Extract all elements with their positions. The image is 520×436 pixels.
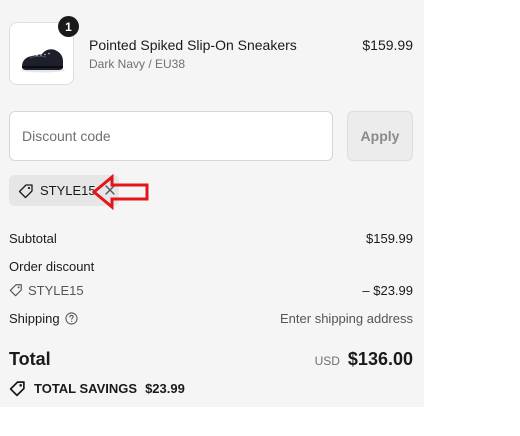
total-savings-value: $23.99 <box>145 381 185 396</box>
shipping-value: Enter shipping address <box>280 311 413 326</box>
total-amount-group: USD $136.00 <box>315 349 413 370</box>
product-thumbnail: 1 <box>9 16 79 85</box>
apply-button[interactable]: Apply <box>347 111 413 161</box>
discount-code-row: STYLE15 – $23.99 <box>9 283 413 298</box>
total-savings: TOTAL SAVINGS $23.99 <box>9 380 185 397</box>
shipping-row: Shipping Enter shipping address <box>9 311 413 326</box>
total-label: Total <box>9 349 51 369</box>
quantity-badge: 1 <box>58 16 79 37</box>
shipping-label: Shipping <box>9 311 60 326</box>
tag-icon <box>9 284 22 297</box>
subtotal-row: Subtotal $159.99 <box>9 231 413 246</box>
subtotal-value: $159.99 <box>366 231 413 246</box>
total-amount: $136.00 <box>347 349 413 369</box>
tag-icon <box>18 183 33 198</box>
discount-code-input[interactable] <box>9 111 333 161</box>
order-discount-row: Order discount <box>9 259 413 274</box>
product-price: $159.99 <box>362 37 413 53</box>
total-savings-label: TOTAL SAVINGS <box>34 381 138 396</box>
product-variant: Dark Navy / EU38 <box>89 57 186 71</box>
applied-discount-code: STYLE15 <box>40 183 96 198</box>
total-currency: USD <box>314 354 340 368</box>
subtotal-label: Subtotal <box>9 231 57 246</box>
product-name: Pointed Spiked Slip-On Sneakers <box>89 37 297 53</box>
tag-icon <box>9 381 25 397</box>
order-discount-label: Order discount <box>9 259 95 274</box>
discount-code-label: STYLE15 <box>28 283 84 298</box>
annotation-arrow-icon <box>92 174 149 210</box>
order-summary-panel: 1 Pointed Spiked Slip-On Sneakers Dark N… <box>0 0 424 407</box>
help-icon[interactable] <box>65 312 78 325</box>
discount-value: – $23.99 <box>362 283 413 298</box>
line-item: 1 Pointed Spiked Slip-On Sneakers Dark N… <box>9 16 413 86</box>
